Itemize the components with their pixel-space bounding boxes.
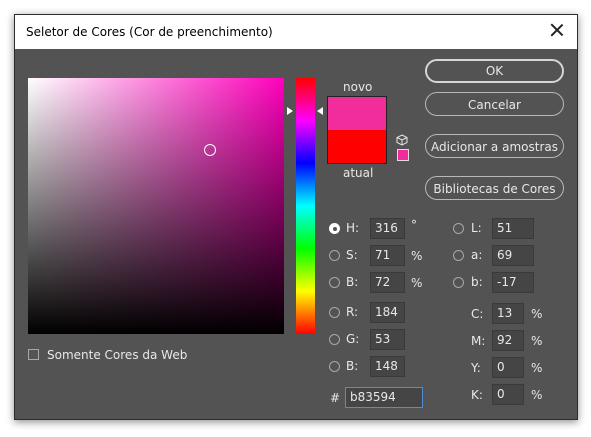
color-picker-dialog: Seletor de Cores (Cor de preenchimento) … xyxy=(14,14,578,420)
magenta-label: M: xyxy=(471,334,486,348)
radio-lightness[interactable] xyxy=(453,223,464,234)
cyan-label: C: xyxy=(471,307,484,321)
red-input[interactable]: 184 xyxy=(370,302,405,323)
hue-slider[interactable] xyxy=(296,78,315,334)
hex-input[interactable]: b83594 xyxy=(345,387,423,408)
lightness-input[interactable]: 51 xyxy=(492,218,534,239)
radio-blue[interactable] xyxy=(329,361,340,372)
cyan-input[interactable]: 13 xyxy=(492,303,524,324)
close-icon[interactable] xyxy=(549,22,565,38)
cyan-unit: % xyxy=(531,307,543,321)
yellow-unit: % xyxy=(531,361,543,375)
radio-red[interactable] xyxy=(329,307,340,318)
a-channel-input[interactable]: 69 xyxy=(492,245,534,266)
title-bar: Seletor de Cores (Cor de preenchimento) xyxy=(15,15,577,49)
radio-green[interactable] xyxy=(329,334,340,345)
lightness-label: L: xyxy=(471,221,482,235)
green-label: G: xyxy=(346,332,360,346)
color-cursor[interactable] xyxy=(204,144,216,156)
saturation-label: S: xyxy=(346,248,358,262)
black-input[interactable]: 0 xyxy=(492,384,524,405)
yellow-input[interactable]: 0 xyxy=(492,357,524,378)
brightness-unit: % xyxy=(411,276,423,290)
red-label: R: xyxy=(346,305,359,319)
out-of-gamut-cube-icon[interactable] xyxy=(396,134,408,146)
web-colors-only-checkbox[interactable] xyxy=(28,349,39,360)
new-color-swatch xyxy=(327,96,387,131)
hue-slider-right-arrow-icon[interactable] xyxy=(317,107,323,115)
web-colors-only-label: Somente Cores da Web xyxy=(47,348,188,362)
saturation-brightness-field[interactable] xyxy=(28,78,284,334)
hex-label: # xyxy=(330,391,341,405)
magenta-input[interactable]: 92 xyxy=(492,330,524,351)
brightness-label: B: xyxy=(346,275,359,289)
brightness-input[interactable]: 72 xyxy=(370,272,405,293)
web-safe-swatch[interactable] xyxy=(397,149,409,161)
black-unit: % xyxy=(531,388,543,402)
b-channel-input[interactable]: -17 xyxy=(492,272,534,293)
hue-unit: ° xyxy=(411,218,417,232)
yellow-label: Y: xyxy=(471,361,481,375)
current-color-label: atual xyxy=(343,166,374,180)
current-color-swatch[interactable] xyxy=(327,130,387,164)
saturation-unit: % xyxy=(411,249,423,263)
a-channel-label: a: xyxy=(471,248,483,262)
b-channel-label: b: xyxy=(471,275,483,289)
radio-b-channel[interactable] xyxy=(453,277,464,288)
hue-label: H: xyxy=(346,221,360,235)
black-label: K: xyxy=(471,388,483,402)
hue-input[interactable]: 316 xyxy=(370,218,405,239)
hue-slider-left-arrow-icon[interactable] xyxy=(287,107,293,115)
blue-input[interactable]: 148 xyxy=(370,356,405,377)
new-color-label: novo xyxy=(343,80,373,94)
saturation-input[interactable]: 71 xyxy=(370,245,405,266)
color-libraries-button[interactable]: Bibliotecas de Cores xyxy=(425,176,564,200)
window-title: Seletor de Cores (Cor de preenchimento) xyxy=(26,25,273,39)
cancel-button[interactable]: Cancelar xyxy=(425,92,564,116)
magenta-unit: % xyxy=(531,334,543,348)
radio-hue[interactable] xyxy=(329,223,340,234)
add-to-swatches-button[interactable]: Adicionar a amostras xyxy=(425,134,564,158)
radio-brightness[interactable] xyxy=(329,277,340,288)
blue-label: B: xyxy=(346,359,359,373)
ok-button[interactable]: OK xyxy=(425,59,564,83)
radio-a-channel[interactable] xyxy=(453,250,464,261)
radio-saturation[interactable] xyxy=(329,250,340,261)
green-input[interactable]: 53 xyxy=(370,329,405,350)
